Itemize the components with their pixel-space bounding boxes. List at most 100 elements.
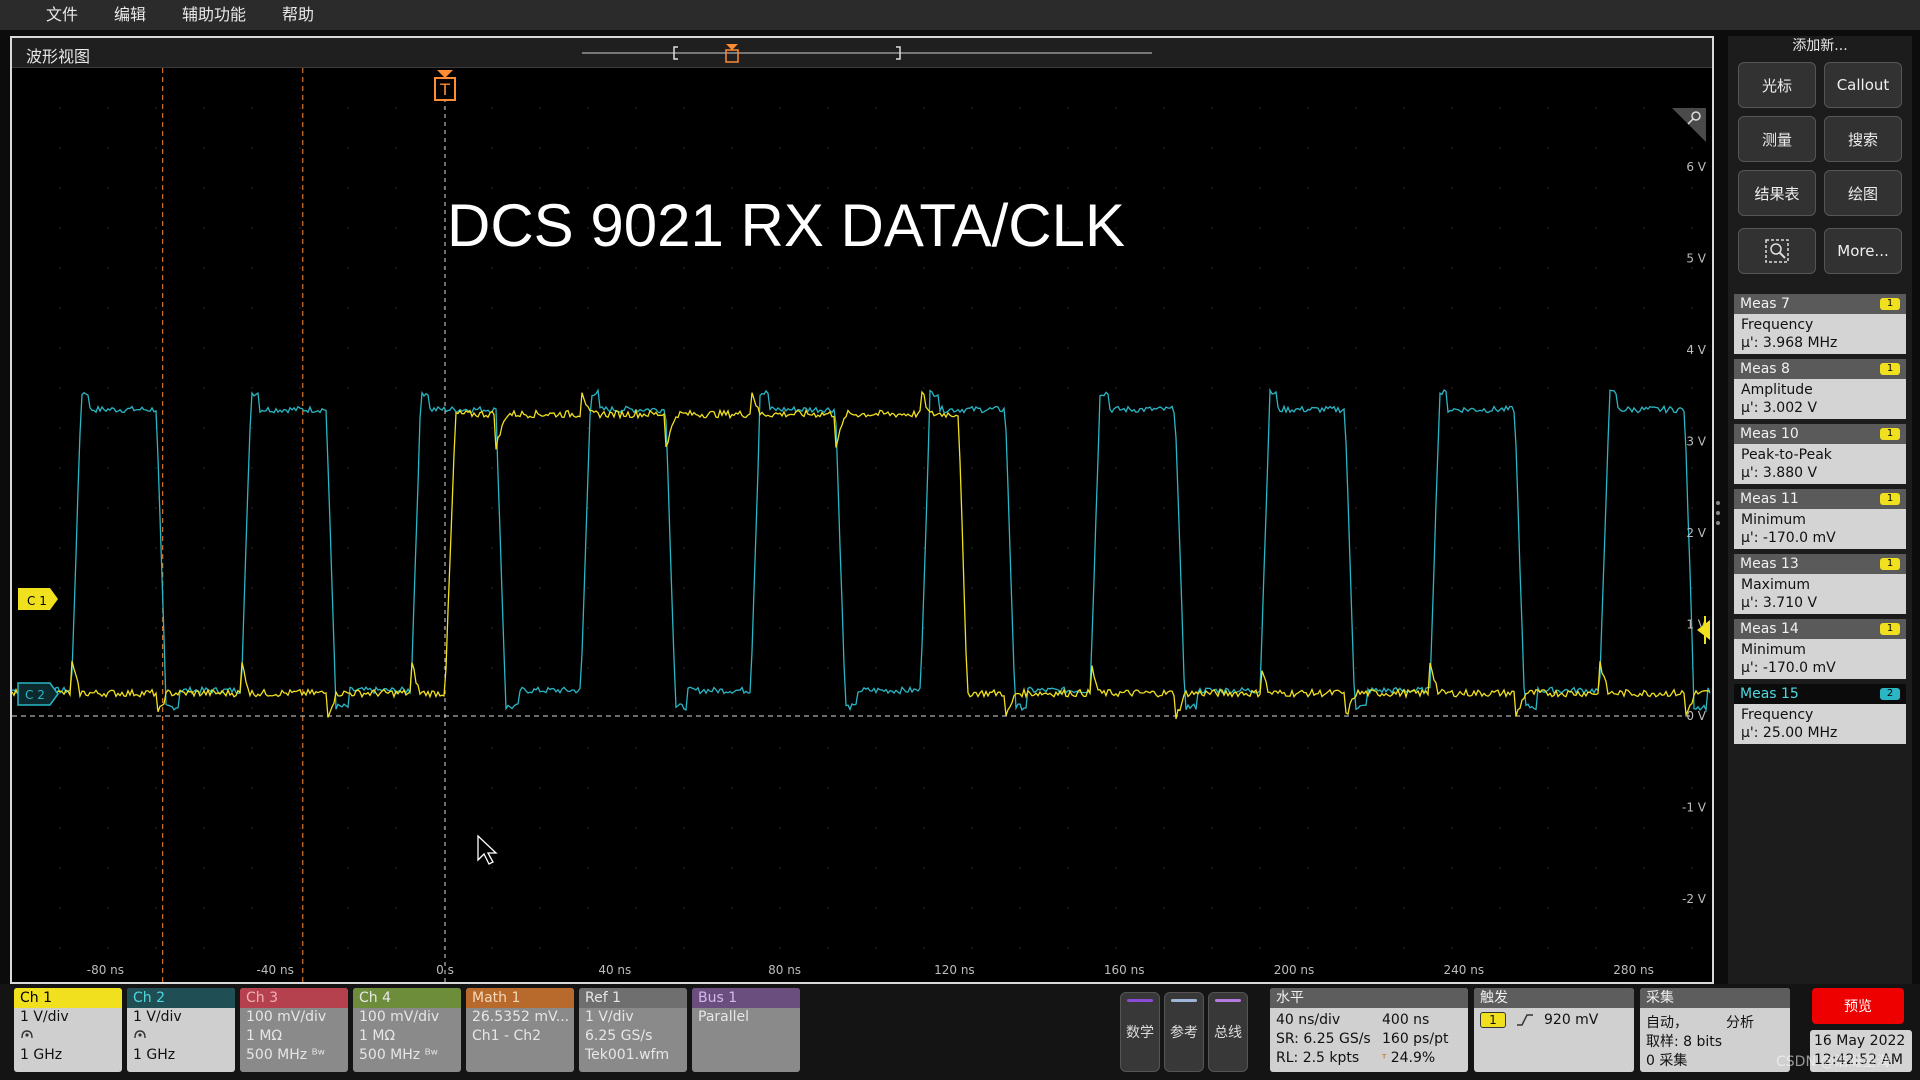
acquisition-count: 0 采集 [1646,1053,1688,1069]
channel-setting: 1 GHz [20,1047,63,1063]
measurement-name-text: Meas 13 [1740,556,1799,572]
measurement-type: Minimum [1741,642,1806,658]
results-table-button[interactable]: 结果表 [1738,170,1816,216]
channel-setting [692,1027,800,1046]
channel-badge-ch-2[interactable]: Ch 21 V/div 1 GHz [127,988,235,1072]
bus-add-label: 总线 [1214,1025,1242,1041]
horizontal-scale: 40 ns/div [1276,1012,1341,1028]
ch1-offset-marker[interactable]: C 1 [18,588,58,610]
date: 16 May 2022 [1814,1033,1906,1049]
channel-badge-ref-1[interactable]: Ref 11 V/div 6.25 GS/s Tek001.wfm [579,988,687,1072]
measurement-badge[interactable]: Meas 8 1 Amplitude μ': 3.002 V [1734,359,1906,419]
measurement-body: Frequency μ': 3.968 MHz [1734,314,1906,354]
right-panel: 添加新... 光标 Callout 测量 搜索 结果表 绘图 More... M… [1716,36,1912,984]
bus-strip [1215,999,1241,1002]
measurement-badge[interactable]: Meas 14 1 Minimum μ': -170.0 mV [1734,619,1906,679]
channel-name: Ch 2 [127,988,235,1008]
measurement-name-text: Meas 8 [1740,361,1790,377]
menu-accessibility[interactable]: 辅助功能 [164,0,264,30]
channel-setting: 100 mV/div [246,1009,327,1025]
voltage-tick-label: -2 V [1682,892,1707,906]
measurement-body: Amplitude μ': 3.002 V [1734,379,1906,419]
measure-button[interactable]: 测量 [1738,116,1816,162]
measurement-name: Meas 7 1 [1734,294,1906,314]
measurement-body: Minimum μ': -170.0 mV [1734,639,1906,679]
voltage-tick-label: -1 V [1682,801,1707,815]
trigger-title: 触发 [1474,988,1634,1008]
record-length: RL: 2.5 kpts [1276,1050,1360,1066]
channel-badge-math-1[interactable]: Math 1 26.5352 mV... Ch1 - Ch2 [466,988,574,1072]
voltage-tick-label: 2 V [1686,526,1706,540]
math-add-button[interactable]: 数学 [1120,992,1160,1072]
measurement-body: Frequency μ': 25.00 MHz [1734,704,1906,744]
measurement-value: μ': 3.002 V [1741,400,1818,416]
channel-badge-ch-1[interactable]: Ch 11 V/div 1 GHz [14,988,122,1072]
channel-badge-bus-1[interactable]: Bus 1 Parallel [692,988,800,1072]
channel-setting: 500 MHz ᴮʷ [246,1047,325,1063]
ch2-offset-marker[interactable]: C 2 [17,682,59,706]
measurement-name: Meas 15 2 [1734,684,1906,704]
channel-badge-ch-4[interactable]: Ch 4 100 mV/div 1 MΩ 500 MHz ᴮʷ [353,988,461,1072]
measurement-value: μ': -170.0 mV [1741,530,1836,546]
trigger-row: 1 920 mV [1480,1012,1598,1028]
measurement-value: μ': 25.00 MHz [1741,725,1838,741]
measurement-type: Maximum [1741,577,1810,593]
ref-add-button[interactable]: 参考 [1164,992,1204,1072]
record-overview-bar[interactable] [12,38,1712,68]
acquisition-settings[interactable]: 采集 自动， 分析 取样: 8 bits 0 采集 [1640,988,1790,1072]
more-button[interactable]: More... [1824,228,1902,274]
channel-name: Ch 1 [14,988,122,1008]
time-tick-label: 0 s [436,963,454,977]
channel-setting: 1 GHz [133,1047,176,1063]
channel-setting: 1 MΩ [246,1028,283,1044]
menu-help[interactable]: 帮助 [264,0,332,30]
voltage-tick-label: 4 V [1686,343,1706,357]
channel-setting [466,1046,574,1065]
channel-name: Ref 1 [579,988,687,1008]
sample-rate: SR: 6.25 GS/s [1276,1031,1371,1047]
cursors-button[interactable]: 光标 [1738,62,1816,108]
search-button[interactable]: 搜索 [1824,116,1902,162]
channel-setting: 1 V/div [585,1009,634,1025]
ch2-waveform [12,387,1711,713]
zoom-box-button[interactable] [1738,228,1816,274]
measurement-badge[interactable]: Meas 15 2 Frequency μ': 25.00 MHz [1734,684,1906,744]
channel-badge-ch-3[interactable]: Ch 3 100 mV/div 1 MΩ 500 MHz ᴮʷ [240,988,348,1072]
preview-button[interactable]: 预览 [1812,988,1904,1024]
time-tick-label: 120 ns [934,963,975,977]
bus-add-button[interactable]: 总线 [1208,992,1248,1072]
measurement-name: Meas 13 1 [1734,554,1906,574]
trigger-settings[interactable]: 触发 1 920 mV [1474,988,1634,1072]
watermark: CSDN @浩瀚星海 [1776,1054,1891,1070]
waveform-plot[interactable]: 6 V5 V4 V3 V2 V1 V0 V-1 V-2 V-3 V -80 ns… [12,68,1712,982]
measurement-badge[interactable]: Meas 11 1 Minimum μ': -170.0 mV [1734,489,1906,549]
waveform-view-titlebar: 波形视图 [12,38,1712,68]
rising-edge-icon [1517,1014,1533,1026]
callout-button[interactable]: Callout [1824,62,1902,108]
trigger-level: 920 mV [1544,1012,1599,1028]
bottom-settings-bar: Ch 11 V/div 1 GHz Ch 21 V/div 1 GHz Ch 3 100 … [0,984,1920,1080]
measurement-value: μ': 3.880 V [1741,465,1818,481]
horizontal-settings[interactable]: 水平 40 ns/div 400 ns SR: 6.25 GS/s 160 ps… [1270,988,1468,1072]
zoom-corner-icon[interactable] [1672,108,1706,142]
panel-handle-icon[interactable] [1714,498,1722,528]
measurement-name: Meas 11 1 [1734,489,1906,509]
time-tick-label: 40 ns [598,963,631,977]
voltage-tick-label: 6 V [1686,160,1706,174]
acquisition-sampling: 取样: 8 bits [1646,1034,1723,1050]
zoom-box-icon [1765,239,1789,263]
resolution: 160 ps/pt [1382,1031,1449,1047]
measurement-badge[interactable]: Meas 7 1 Frequency μ': 3.968 MHz [1734,294,1906,354]
trigger-position-marker[interactable]: T [434,70,456,101]
menu-edit[interactable]: 编辑 [96,0,164,30]
measurement-type: Frequency [1741,707,1814,723]
measurement-badge[interactable]: Meas 13 1 Maximum μ': 3.710 V [1734,554,1906,614]
menu-file[interactable]: 文件 [28,0,96,30]
plot-button[interactable]: 绘图 [1824,170,1902,216]
time-tick-label: 240 ns [1444,963,1485,977]
waveform-annotation[interactable]: DCS 9021 RX DATA/CLK [447,192,1125,259]
measurement-type: Frequency [1741,317,1814,333]
channel-setting: 1 V/div [20,1009,69,1025]
measurement-badge[interactable]: Meas 10 1 Peak-to-Peak μ': 3.880 V [1734,424,1906,484]
channel-setting: Ch1 - Ch2 [472,1028,542,1044]
